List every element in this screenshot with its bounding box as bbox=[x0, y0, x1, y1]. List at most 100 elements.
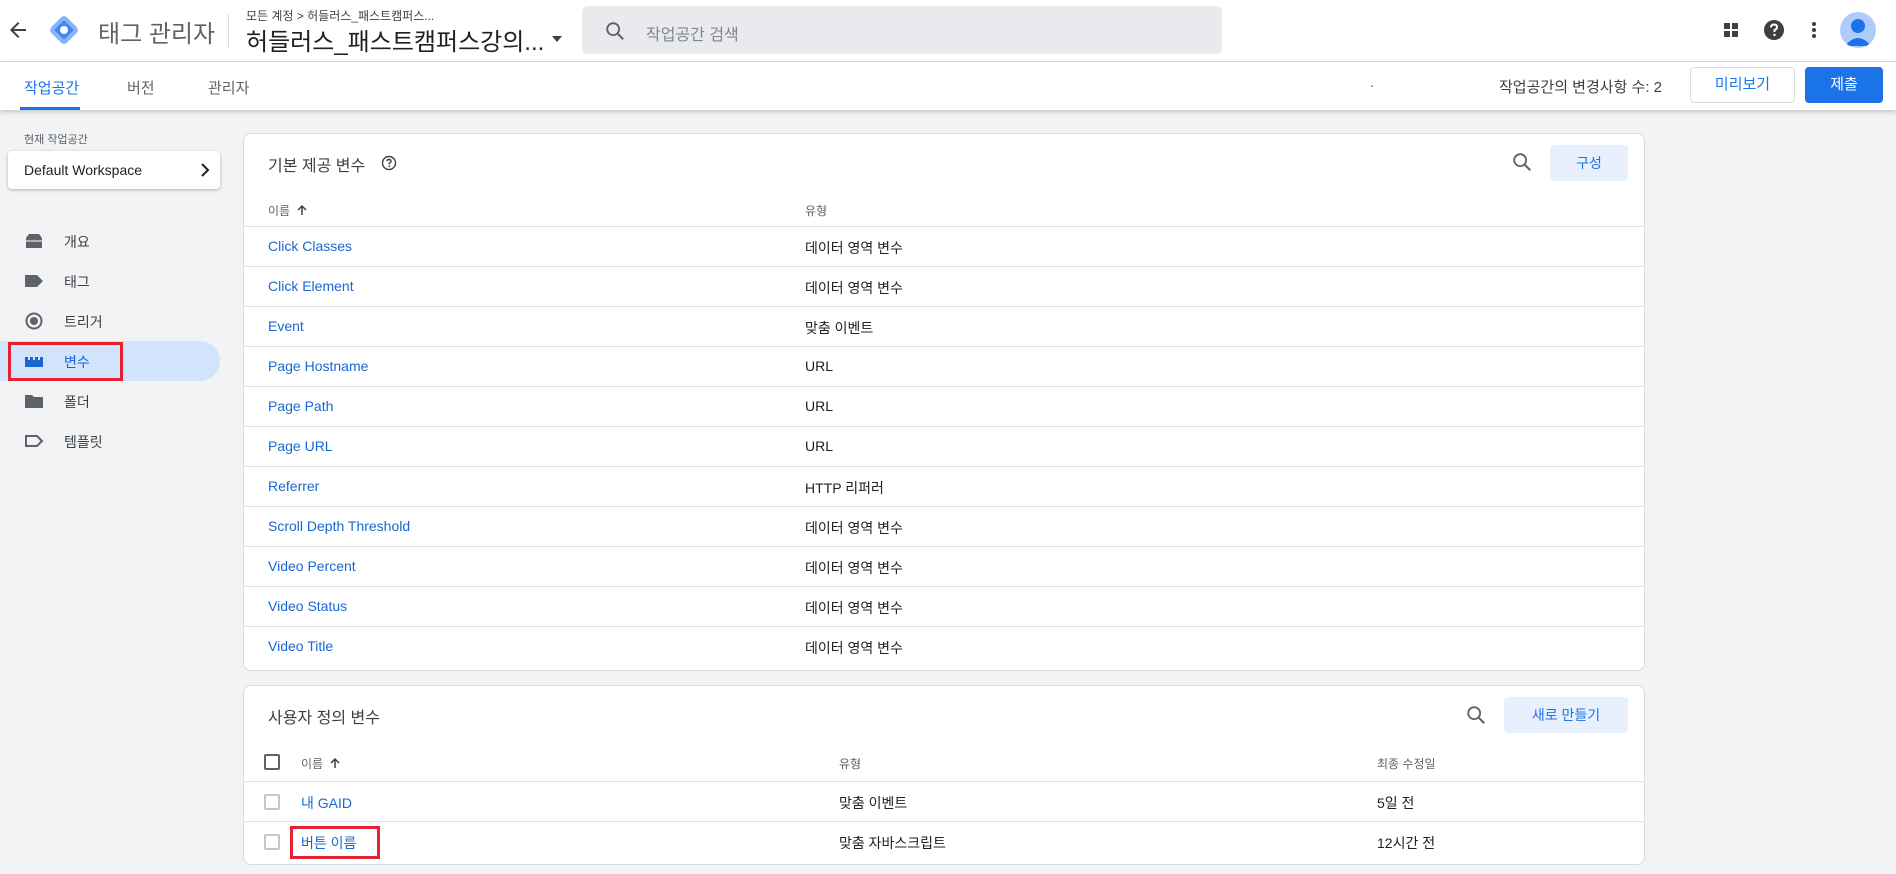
workspace-tab-bar: 작업공간 버전 관리자 . 작업공간의 변경사항 수: 2 미리보기 제출 bbox=[0, 62, 1896, 110]
table-row: Video Percent 데이터 영역 변수 bbox=[244, 546, 1644, 586]
sidebar-item-label: 템플릿 bbox=[64, 434, 103, 450]
variable-type: 데이터 영역 변수 bbox=[805, 240, 903, 256]
table-row: Event 맞춤 이벤트 bbox=[244, 306, 1644, 346]
chevron-right-icon bbox=[201, 163, 210, 177]
tab-admin[interactable]: 관리자 bbox=[208, 77, 249, 98]
workspace-changes-count: 작업공간의 변경사항 수: 2 bbox=[1499, 79, 1663, 96]
folder-icon bbox=[25, 395, 43, 408]
top-app-bar: 태그 관리자 모든 계정 > 허들러스_패스트캠퍼스... 허들러스_패스트캠퍼… bbox=[0, 0, 1896, 62]
active-tab-indicator bbox=[20, 107, 80, 110]
overview-icon bbox=[26, 234, 42, 248]
title-divider bbox=[228, 14, 229, 48]
variable-name-link[interactable]: Click Element bbox=[268, 278, 354, 294]
submit-button[interactable]: 제출 bbox=[1805, 67, 1883, 103]
table-row: Click Classes 데이터 영역 변수 bbox=[244, 226, 1644, 266]
column-header-name[interactable]: 이름 bbox=[301, 755, 341, 772]
column-header-label: 이름 bbox=[301, 757, 324, 771]
sidebar-item-label: 태그 bbox=[64, 274, 90, 290]
variable-type: HTTP 리퍼러 bbox=[805, 480, 884, 496]
variable-name-link[interactable]: Page URL bbox=[268, 438, 333, 454]
row-checkbox[interactable] bbox=[264, 834, 280, 850]
apps-grid-icon[interactable] bbox=[1718, 17, 1744, 43]
user-defined-variables-card: 사용자 정의 변수 새로 만들기 이름 유형 최종 수정일 내 GAID 맞춤 이… bbox=[243, 685, 1645, 865]
table-row: Scroll Depth Threshold 데이터 영역 변수 bbox=[244, 506, 1644, 546]
variable-type: 데이터 영역 변수 bbox=[805, 640, 903, 656]
variable-type: 맞춤 이벤트 bbox=[805, 320, 874, 336]
search-icon[interactable] bbox=[1511, 151, 1533, 173]
sidebar-item-templates[interactable]: 템플릿 bbox=[0, 421, 220, 461]
sidebar-item-label: 폴더 bbox=[64, 394, 90, 410]
search-icon[interactable] bbox=[1465, 704, 1487, 726]
sidebar-item-overview[interactable]: 개요 bbox=[0, 221, 220, 261]
column-header-label: 이름 bbox=[268, 204, 291, 218]
app-title: 태그 관리자 bbox=[98, 21, 216, 48]
table-row: Video Title 데이터 영역 변수 bbox=[244, 626, 1644, 666]
sort-ascending-icon bbox=[330, 757, 340, 768]
column-header-name[interactable]: 이름 bbox=[268, 202, 308, 219]
sort-ascending-icon bbox=[297, 204, 307, 215]
variable-type: 데이터 영역 변수 bbox=[805, 600, 903, 616]
template-icon bbox=[25, 435, 44, 447]
variable-name-link[interactable]: Page Path bbox=[268, 398, 333, 414]
gtm-logo[interactable] bbox=[46, 12, 82, 48]
last-modified: 5일 전 bbox=[1377, 795, 1415, 811]
table-row: Video Status 데이터 영역 변수 bbox=[244, 586, 1644, 626]
table-row: Referrer HTTP 리퍼러 bbox=[244, 466, 1644, 506]
variable-name-link[interactable]: Video Title bbox=[268, 638, 333, 654]
variable-name-link[interactable]: Video Percent bbox=[268, 558, 356, 574]
variable-name-link[interactable]: Event bbox=[268, 318, 304, 334]
variable-type: 데이터 영역 변수 bbox=[805, 560, 903, 576]
new-variable-button[interactable]: 새로 만들기 bbox=[1504, 697, 1628, 733]
container-selector[interactable]: 허들러스_패스트캠퍼스강의... bbox=[246, 22, 544, 57]
variable-type: URL bbox=[805, 438, 834, 454]
back-arrow-icon[interactable] bbox=[6, 18, 30, 42]
column-header-type: 유형 bbox=[805, 204, 828, 218]
workspace-selector[interactable]: Default Workspace bbox=[8, 151, 220, 189]
more-vert-icon[interactable] bbox=[1801, 17, 1827, 43]
caret-down-icon[interactable] bbox=[550, 34, 564, 44]
select-all-checkbox[interactable] bbox=[264, 754, 280, 770]
sidebar-item-triggers[interactable]: 트리거 bbox=[0, 301, 220, 341]
current-workspace-label: 현재 작업공간 bbox=[24, 134, 88, 146]
table-row: 버튼 이름 맞춤 자바스크립트 12시간 전 bbox=[244, 821, 1644, 861]
builtin-variables-title: 기본 제공 변수 bbox=[268, 158, 366, 175]
preview-button[interactable]: 미리보기 bbox=[1690, 67, 1795, 103]
search-icon bbox=[606, 22, 624, 40]
sidebar-item-label: 개요 bbox=[64, 234, 90, 250]
user-defined-variables-title: 사용자 정의 변수 bbox=[268, 710, 380, 727]
table-row: Page Path URL bbox=[244, 386, 1644, 426]
variable-type: URL bbox=[805, 358, 834, 374]
variable-type: 데이터 영역 변수 bbox=[805, 280, 903, 296]
variable-type: 맞춤 이벤트 bbox=[839, 795, 908, 811]
help-icon[interactable] bbox=[1761, 17, 1787, 43]
tab-workspace[interactable]: 작업공간 bbox=[24, 77, 79, 98]
column-header-type: 유형 bbox=[839, 757, 862, 771]
variable-type: 맞춤 자바스크립트 bbox=[839, 835, 946, 851]
sidebar-item-tags[interactable]: 태그 bbox=[0, 261, 220, 301]
builtin-variables-card: 기본 제공 변수 구성 이름 유형 Click Classes 데이터 영역 변수… bbox=[243, 133, 1645, 671]
variable-name-link[interactable]: Scroll Depth Threshold bbox=[268, 518, 410, 534]
search-placeholder: 작업공간 검색 bbox=[646, 27, 739, 44]
person-icon bbox=[1845, 19, 1871, 46]
workspace-search-input[interactable]: 작업공간 검색 bbox=[582, 6, 1222, 54]
variable-type: URL bbox=[805, 398, 834, 414]
variable-name-link[interactable]: Referrer bbox=[268, 478, 319, 494]
variable-type: 데이터 영역 변수 bbox=[805, 520, 903, 536]
tag-icon bbox=[25, 275, 43, 287]
highlight-box-variables bbox=[8, 342, 123, 381]
variable-name-link[interactable]: Click Classes bbox=[268, 238, 352, 254]
configure-button[interactable]: 구성 bbox=[1550, 145, 1628, 181]
trigger-icon bbox=[25, 312, 43, 330]
last-modified: 12시간 전 bbox=[1377, 835, 1436, 851]
variable-name-link[interactable]: Page Hostname bbox=[268, 358, 368, 374]
workspace-name: Default Workspace bbox=[24, 162, 143, 178]
variable-name-link[interactable]: 내 GAID bbox=[301, 793, 352, 813]
help-circle-icon[interactable] bbox=[381, 155, 397, 171]
account-avatar[interactable] bbox=[1840, 12, 1876, 48]
row-checkbox[interactable] bbox=[264, 794, 280, 810]
column-header-last-modified: 최종 수정일 bbox=[1377, 757, 1436, 771]
variable-name-link[interactable]: Video Status bbox=[268, 598, 347, 614]
tab-versions[interactable]: 버전 bbox=[127, 77, 155, 98]
highlight-box-button-name bbox=[290, 826, 380, 859]
sidebar-item-folders[interactable]: 폴더 bbox=[0, 381, 220, 421]
